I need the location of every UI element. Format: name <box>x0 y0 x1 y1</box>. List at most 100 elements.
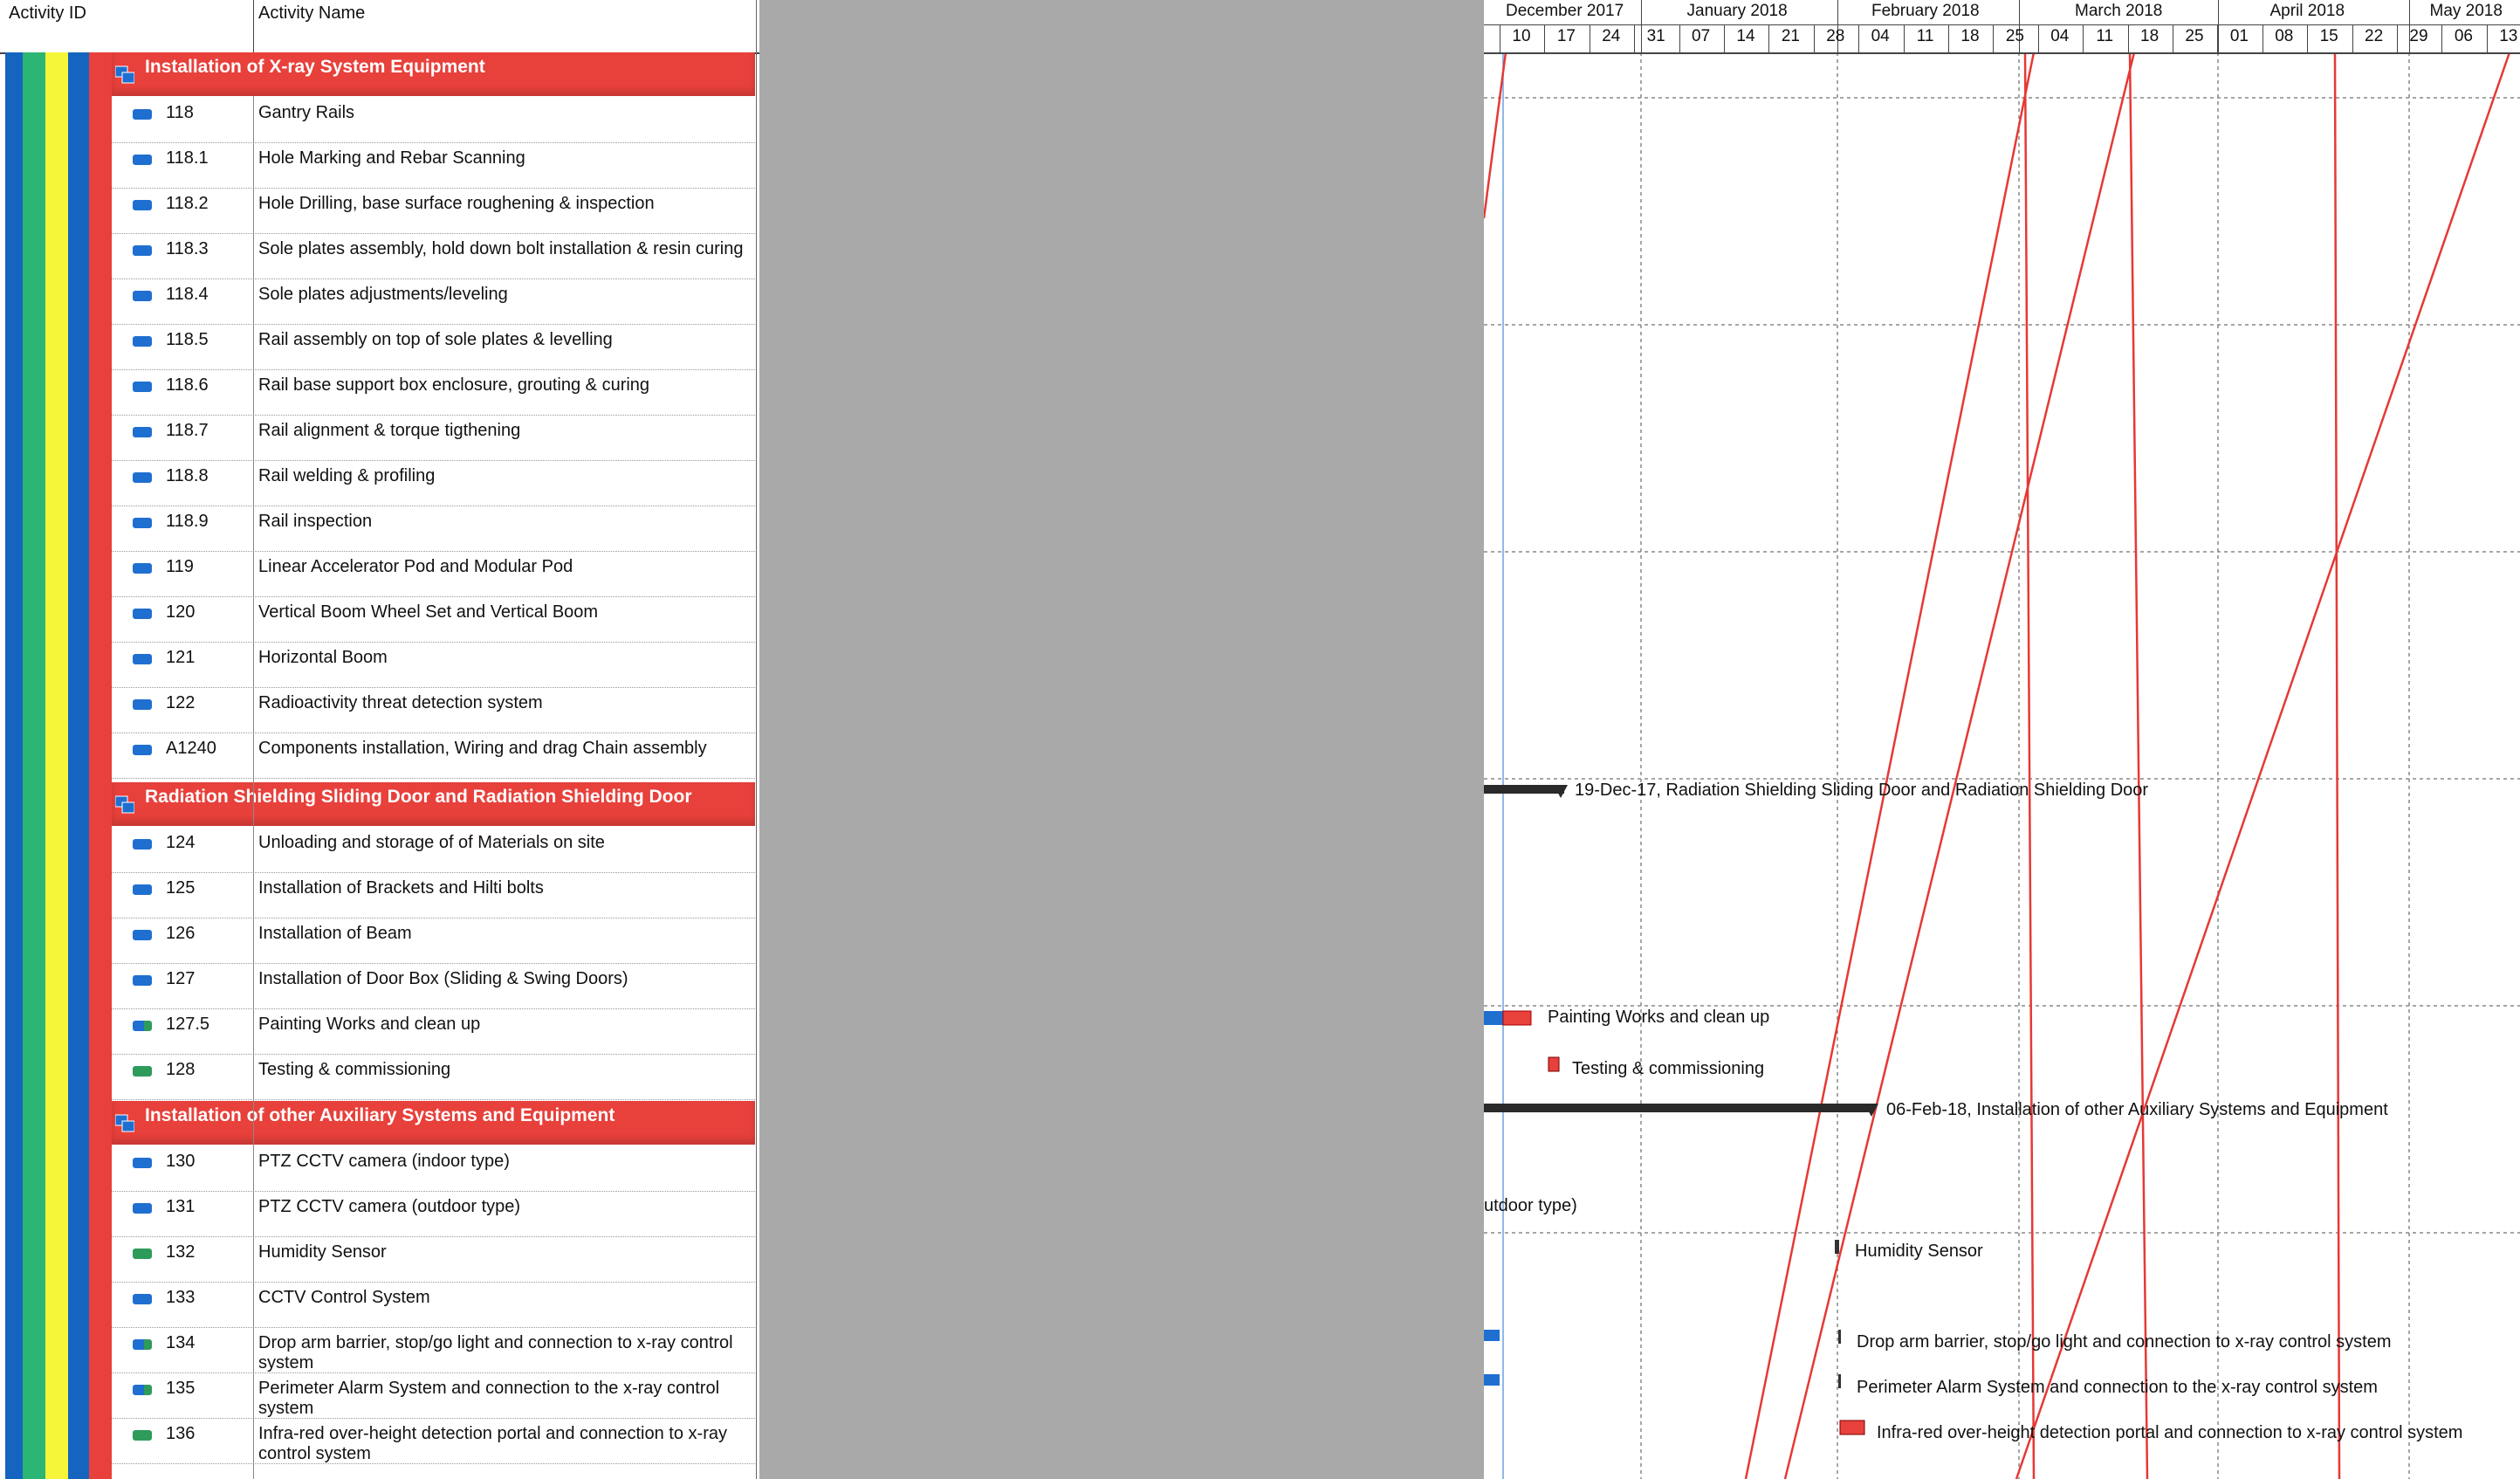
table-row[interactable]: 118.1 Hole Marking and Rebar Scanning <box>112 143 755 189</box>
activity-name: Rail welding & profiling <box>258 466 436 485</box>
activity-id: 118.2 <box>166 194 209 213</box>
table-row[interactable]: 118.2 Hole Drilling, base surface roughen… <box>112 189 755 234</box>
activity-name: Sole plates adjustments/leveling <box>258 285 508 304</box>
group-band-auxiliary[interactable]: Installation of other Auxiliary Systems … <box>112 1101 755 1145</box>
activity-id: 118 <box>166 103 194 122</box>
activity-name: Rail alignment & torque tigthening <box>258 421 521 440</box>
week-divider <box>2441 24 2443 52</box>
table-row[interactable]: 125 Installation of Brackets and Hilti bo… <box>112 873 755 918</box>
activity-name: Rail base support box enclosure, groutin… <box>258 375 650 395</box>
table-row[interactable]: 127 Installation of Door Box (Sliding & S… <box>112 964 755 1009</box>
activity-name-column-header[interactable]: Activity Name <box>258 3 365 24</box>
header-column-divider[interactable] <box>253 0 254 52</box>
activity-icon <box>133 1385 152 1395</box>
table-row[interactable]: 133 CCTV Control System <box>112 1283 755 1328</box>
week-divider <box>1993 24 1995 52</box>
activity-name: Gantry Rails <box>258 103 355 122</box>
critical-path-line <box>2333 52 2341 1479</box>
activity-id: 131 <box>166 1197 196 1216</box>
group-band-radiation-door[interactable]: Radiation Shielding Sliding Door and Rad… <box>112 782 755 826</box>
activity-name: PTZ CCTV camera (indoor type) <box>258 1152 510 1171</box>
activity-id: 119 <box>166 557 194 576</box>
wbs-icon <box>115 65 134 84</box>
month-label: February 2018 <box>1871 2 1980 20</box>
activity-id: 127.5 <box>166 1015 210 1034</box>
activity-id: 136 <box>166 1424 196 1443</box>
group-band-xray[interactable]: Installation of X-ray System Equipment <box>112 52 755 96</box>
table-row[interactable]: 118.5 Rail assembly on top of sole plates… <box>112 325 755 370</box>
activity-icon <box>133 699 152 710</box>
table-row[interactable]: 126 Installation of Beam <box>112 918 755 964</box>
milestone-perimeter <box>1838 1374 1841 1388</box>
activity-id: 135 <box>166 1379 196 1398</box>
activity-id: 132 <box>166 1242 196 1262</box>
outline-stripe-green <box>23 52 45 1479</box>
activity-id: 118.7 <box>166 421 209 440</box>
activity-icon <box>133 975 152 986</box>
table-row[interactable]: 127.5 Painting Works and clean up <box>112 1009 755 1055</box>
table-row[interactable]: 119 Linear Accelerator Pod and Modular Po… <box>112 552 755 597</box>
activity-id: 134 <box>166 1333 196 1352</box>
activity-id: 118.1 <box>166 148 209 168</box>
group-title: Installation of other Auxiliary Systems … <box>145 1105 615 1125</box>
month-label: April 2018 <box>2269 2 2345 20</box>
week-label: 15 <box>2319 27 2338 45</box>
activity-bar-painting-progress <box>1484 1011 1503 1025</box>
week-divider <box>2083 24 2084 52</box>
table-row[interactable]: A1240 Components installation, Wiring and… <box>112 733 755 779</box>
table-row[interactable]: 118.7 Rail alignment & torque tigthening <box>112 416 755 461</box>
week-divider <box>2217 24 2219 52</box>
table-row[interactable]: 136 Infra-red over-height detection porta… <box>112 1419 755 1464</box>
activity-name: PTZ CCTV camera (outdoor type) <box>258 1197 521 1216</box>
table-row[interactable]: 124 Unloading and storage of of Materials… <box>112 828 755 873</box>
activity-icon <box>133 1339 152 1350</box>
activity-id: 121 <box>166 648 196 667</box>
activity-id-column-header[interactable]: Activity ID <box>9 3 86 24</box>
activity-name: Hole Marking and Rebar Scanning <box>258 148 525 168</box>
table-row[interactable]: 118.4 Sole plates adjustments/leveling <box>112 279 755 325</box>
outline-stripe-blue <box>5 52 23 1479</box>
activity-name: Hole Drilling, base surface roughening &… <box>258 194 655 213</box>
table-row[interactable]: 135 Perimeter Alarm System and connection… <box>112 1373 755 1419</box>
table-row[interactable]: 122 Radioactivity threat detection system <box>112 688 755 733</box>
activity-id: 124 <box>166 833 196 852</box>
week-divider <box>1858 24 1860 52</box>
table-row[interactable]: 120 Vertical Boom Wheel Set and Vertical … <box>112 597 755 643</box>
table-row[interactable]: 118 Gantry Rails <box>112 98 755 143</box>
week-divider <box>1948 24 1949 52</box>
table-row[interactable]: 118.8 Rail welding & profiling <box>112 461 755 506</box>
table-row[interactable]: 130 PTZ CCTV camera (indoor type) <box>112 1146 755 1192</box>
gantt-label-painting: Painting Works and clean up <box>1548 1008 1770 1027</box>
group-title: Installation of X-ray System Equipment <box>145 57 485 77</box>
milestone-drop-arm <box>1838 1330 1841 1344</box>
activity-icon <box>133 109 152 120</box>
week-label: 21 <box>1781 27 1800 45</box>
activity-name: Vertical Boom Wheel Set and Vertical Boo… <box>258 602 599 622</box>
week-label: 31 <box>1646 27 1665 45</box>
activity-bar-painting <box>1502 1010 1532 1026</box>
week-label: 13 <box>2499 27 2518 45</box>
week-label: 14 <box>1736 27 1755 45</box>
gantt-chart[interactable]: December 2017 January 2018 February 2018 Ma… <box>1484 0 2520 1479</box>
empty-gray-panel <box>759 0 1484 1479</box>
week-label: 22 <box>2365 27 2384 45</box>
table-row[interactable]: 118.6 Rail base support box enclosure, gr… <box>112 370 755 416</box>
activity-name: Drop arm barrier, stop/go light and conn… <box>258 1333 733 1372</box>
table-row[interactable]: 121 Horizontal Boom <box>112 643 755 688</box>
month-label: December 2017 <box>1506 2 1624 20</box>
activity-icon <box>133 745 152 755</box>
table-row[interactable]: 118.9 Rail inspection <box>112 506 755 552</box>
activity-id: 118.9 <box>166 512 209 531</box>
activity-name: Horizontal Boom <box>258 648 388 667</box>
table-row[interactable]: 132 Humidity Sensor <box>112 1237 755 1283</box>
table-row[interactable]: 131 PTZ CCTV camera (outdoor type) <box>112 1192 755 1237</box>
gantt-label-testing: Testing & commissioning <box>1572 1059 1765 1078</box>
activity-name: Components installation, Wiring and drag… <box>258 739 707 758</box>
table-row[interactable]: 118.3 Sole plates assembly, hold down bol… <box>112 234 755 279</box>
outline-stripe-blue-2 <box>68 52 89 1479</box>
week-divider <box>2127 24 2129 52</box>
table-row[interactable]: 128 Testing & commissioning <box>112 1055 755 1100</box>
week-label: 11 <box>1916 27 1934 45</box>
activity-id: 127 <box>166 969 196 988</box>
table-row[interactable]: 134 Drop arm barrier, stop/go light and c… <box>112 1328 755 1373</box>
